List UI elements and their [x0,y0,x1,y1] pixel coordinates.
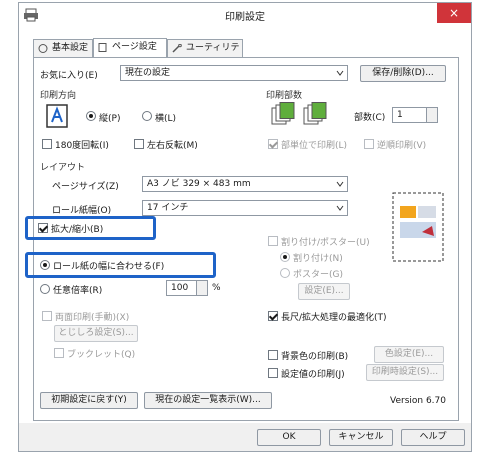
collate-checkbox[interactable] [268,139,278,149]
scale-checkbox-label: 拡大/縮小(B) [51,225,104,235]
background-color-label: 背景色の印刷(B) [281,352,349,362]
show-settings-button[interactable]: 現在の設定一覧表示(W)... [144,392,272,409]
portrait-preview-icon [46,104,68,128]
portrait-label: 縦(P) [99,114,121,124]
tab-main[interactable]: 基本設定 [33,39,93,57]
scale-percent-stepper[interactable]: 100 [166,280,208,296]
roll-width-select[interactable]: 17 インチ [142,200,348,216]
collate-label: 部単位で印刷(L) [281,141,348,151]
copies-spin-buttons[interactable] [426,108,437,122]
n-up-radio[interactable] [280,252,290,262]
title-bar: 印刷設定 × [19,3,471,27]
preset-label: お気に入り(E) [40,71,98,81]
help-button[interactable]: ヘルプ [401,429,465,446]
close-button[interactable]: × [437,3,471,23]
chevron-down-icon [336,70,344,76]
restore-defaults-button[interactable]: 初期設定に戻す(Y) [40,392,138,409]
multi-page-label: 割り付け/ポスター(U) [281,238,370,248]
job-settings-checkbox[interactable] [268,368,278,378]
layout-preview-icon [392,192,444,262]
orientation-heading: 印刷方向 [40,91,77,101]
copies-label: 部数(C) [354,113,386,123]
margin-settings-button[interactable]: とじしろ設定(S)... [54,325,138,342]
fit-roll-width-label: ロール紙の幅に合わせる(F) [53,262,165,272]
specify-size-label: 任意倍率(R) [53,286,103,296]
scale-spin-buttons[interactable] [196,281,207,295]
landscape-label: 横(L) [155,114,177,124]
window-title: 印刷設定 [225,12,265,23]
collate-preview-icon [271,102,327,125]
optimize-enlarge-label: 長尺/拡大処理の最適化(T) [281,313,387,323]
page-size-select[interactable]: A3 ノビ 329 × 483 mm [142,176,348,192]
copies-value: 1 [397,110,403,120]
color-settings-button[interactable]: 色設定(E)... [374,346,444,363]
multi-page-settings-button[interactable]: 設定(E)... [298,283,350,300]
tab-page-layout-label: ページ設定 [112,42,157,52]
booklet-checkbox[interactable] [54,348,64,358]
preset-select[interactable]: 現在の設定 [120,65,348,81]
chevron-down-icon [336,181,344,187]
optimize-enlarge-checkbox[interactable] [268,311,278,321]
n-up-label: 割り付け(N) [293,254,343,264]
page-size-label: ページサイズ(Z) [52,182,119,192]
landscape-radio[interactable] [142,111,152,121]
copies-stepper[interactable]: 1 [392,107,438,123]
scale-unit: % [212,283,221,293]
portrait-radio[interactable] [86,111,96,121]
poster-label: ポスター(G) [293,270,343,280]
wrench-icon [172,44,182,53]
ok-button[interactable]: OK [257,429,321,446]
specify-size-radio[interactable] [40,284,50,294]
job-settings-button[interactable]: 印刷時設定(S)... [366,364,444,381]
roll-width-label: ロール紙幅(O) [52,206,112,216]
fit-roll-width-radio[interactable] [40,260,50,270]
preset-value: 現在の設定 [125,68,171,78]
mirror-checkbox[interactable] [134,139,144,149]
multi-page-checkbox[interactable] [268,236,278,246]
tab-utility[interactable]: ユーティリティー [167,39,243,70]
scale-percent-value: 100 [171,283,189,293]
page-layout-panel: お気に入り(E) 現在の設定 保存/削除(D)... 印刷方向 縦(P) 横(L… [25,57,459,421]
main-tab-icon [38,44,48,53]
mirror-label: 左右反転(M) [147,141,198,151]
background-color-checkbox[interactable] [268,350,278,360]
poster-radio[interactable] [280,268,290,278]
rotate180-checkbox[interactable] [42,139,52,149]
reverse-label: 逆順印刷(V) [377,141,427,151]
page-size-value: A3 ノビ 329 × 483 mm [147,179,251,189]
dialog-button-bar: OK キャンセル ヘルプ [19,423,471,451]
tab-main-label: 基本設定 [52,43,89,53]
scale-checkbox[interactable] [38,223,48,233]
version-label: Version 6.70 [390,396,446,406]
save-delete-button[interactable]: 保存/削除(D)... [360,65,446,82]
duplex-label: 両面印刷(手動)(X) [55,313,130,323]
reverse-checkbox[interactable] [364,139,374,149]
layout-heading: レイアウト [40,163,86,173]
roll-width-value: 17 インチ [147,203,189,213]
page-tab-icon [98,43,107,52]
print-settings-dialog: 印刷設定 × 基本設定 ページ設定 ユーティリティー お気に入り(E) 現在の設… [18,2,472,452]
tab-page-layout[interactable]: ページ設定 [93,38,167,58]
duplex-checkbox[interactable] [42,311,52,321]
chevron-down-icon [336,205,344,211]
job-settings-label: 設定値の印刷(J) [281,370,345,380]
booklet-label: ブックレット(Q) [67,350,136,360]
cancel-button[interactable]: キャンセル [329,429,393,446]
copies-heading: 印刷部数 [266,91,303,101]
rotate180-label: 180度回転(I) [55,141,109,151]
